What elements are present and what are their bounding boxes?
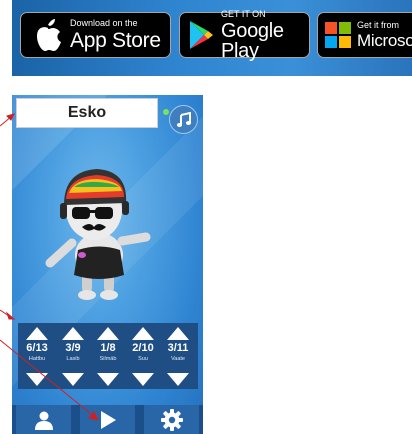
app-store-badge[interactable]: Download on the App Store [20, 12, 171, 58]
down-arrow-icon[interactable] [97, 373, 119, 386]
microsoft-big-text: Microsoft [357, 31, 412, 50]
slot-label: Vaate [171, 356, 185, 362]
up-arrow-icon[interactable] [167, 327, 189, 340]
slot-count: 1/8 [100, 342, 116, 354]
google-play-badge[interactable]: GET IT ON Google Play [179, 8, 310, 62]
slot-silmab: 1/8 Silmäb [91, 323, 125, 389]
character-name-field[interactable]: Esko [16, 98, 158, 128]
slot-label: Lasib [66, 356, 80, 362]
music-button[interactable] [169, 105, 198, 134]
microsoft-logo-icon [325, 22, 351, 48]
app-store-big-text: App Store [70, 29, 161, 52]
slot-label: Hattbu [28, 356, 46, 362]
microsoft-badge[interactable]: Get it from Microsoft [317, 12, 412, 58]
character-name: Esko [67, 104, 107, 121]
google-play-icon [190, 21, 213, 49]
google-play-big-text: Google Play [221, 19, 284, 62]
google-play-small-text: GET IT ON [221, 8, 266, 19]
slot-lasib: 3/9 Lasib [56, 323, 90, 389]
online-indicator [163, 109, 169, 115]
apple-icon [37, 19, 61, 51]
down-arrow-icon[interactable] [132, 373, 154, 386]
slot-count: 3/9 [65, 342, 81, 354]
down-arrow-icon[interactable] [26, 373, 48, 386]
up-arrow-icon[interactable] [97, 327, 119, 340]
up-arrow-icon[interactable] [62, 327, 84, 340]
slot-vaate: 3/11 Vaate [161, 323, 195, 389]
up-arrow-icon[interactable] [26, 327, 48, 340]
bottom-toolbar [12, 405, 203, 434]
slot-count: 2/10 [132, 342, 154, 354]
slot-count: 6/13 [26, 342, 48, 354]
microsoft-small-text: Get it from [357, 20, 400, 30]
app-store-small-text: Download on the [70, 18, 138, 28]
down-arrow-icon[interactable] [62, 373, 84, 386]
slot-hattbu: 6/13 Hattbu [20, 323, 54, 389]
character-avatar[interactable] [42, 155, 162, 305]
app-screen: Esko 6/13 Hattbu 3/9 Lasib 1/8 Silmäb 2/… [12, 95, 203, 434]
down-arrow-icon[interactable] [167, 373, 189, 386]
up-arrow-icon[interactable] [132, 327, 154, 340]
gear-icon [160, 408, 183, 431]
slot-label: Suu [138, 356, 148, 362]
slot-suu: 2/10 Suu [126, 323, 160, 389]
profile-button[interactable] [16, 405, 71, 434]
slot-count: 3/11 [167, 342, 189, 354]
customization-panel: 6/13 Hattbu 3/9 Lasib 1/8 Silmäb 2/10 Su… [18, 323, 198, 389]
play-icon [100, 410, 116, 429]
play-button[interactable] [80, 405, 135, 434]
music-note-icon [176, 111, 191, 127]
person-icon [34, 411, 53, 430]
store-badges-strip: Download on the App Store GET IT ON Goog… [12, 0, 412, 76]
settings-button[interactable] [144, 405, 199, 434]
slot-label: Silmäb [99, 356, 117, 362]
